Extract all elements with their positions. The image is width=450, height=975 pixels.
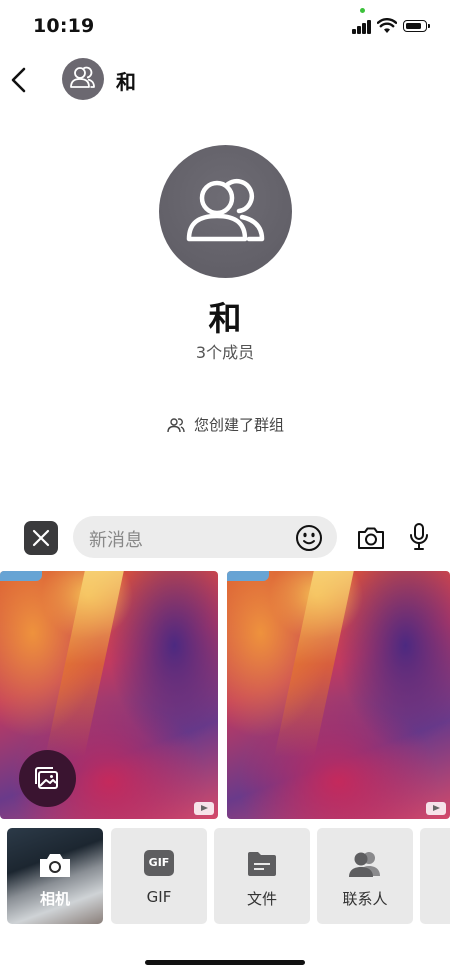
wifi-icon xyxy=(377,18,397,33)
tray-file-button[interactable]: 文件 xyxy=(214,828,310,924)
camera-icon xyxy=(40,854,70,877)
privacy-indicator-dot xyxy=(360,8,365,13)
folder-icon xyxy=(248,852,276,876)
group-avatar[interactable] xyxy=(159,145,292,278)
system-event: 您创建了群组 xyxy=(0,414,450,437)
group-name: 和 xyxy=(208,299,242,338)
tray-more-item[interactable] xyxy=(420,828,450,924)
close-attachments-button[interactable] xyxy=(24,521,58,555)
group-icon xyxy=(186,178,265,242)
header-group-avatar[interactable] xyxy=(62,58,104,100)
video-icon xyxy=(194,802,214,815)
battery-icon xyxy=(403,20,430,32)
tray-label: GIF xyxy=(146,888,172,906)
people-icon xyxy=(167,417,185,432)
tray-label: 相机 xyxy=(39,890,70,908)
back-icon[interactable] xyxy=(8,62,32,98)
emoji-icon[interactable] xyxy=(295,524,323,552)
home-indicator xyxy=(145,960,305,965)
video-icon xyxy=(426,802,446,815)
group-icon xyxy=(70,66,95,88)
status-time: 10:19 xyxy=(33,15,95,37)
header-title[interactable]: 和 xyxy=(116,66,136,95)
chat-header: 和 xyxy=(0,56,450,104)
member-count[interactable]: 3个成员 xyxy=(0,339,450,363)
tray-contacts-button[interactable]: 联系人 xyxy=(317,828,413,924)
status-bar: 10:19 xyxy=(0,0,450,56)
gallery-thumbnail[interactable] xyxy=(227,571,450,819)
system-event-text: 您创建了群组 xyxy=(193,416,284,434)
cellular-signal-icon xyxy=(352,20,372,34)
close-icon xyxy=(32,529,50,547)
open-gallery-button[interactable] xyxy=(19,750,76,807)
tray-gif-button[interactable]: GIF GIF xyxy=(111,828,207,924)
tray-label: 联系人 xyxy=(342,890,388,908)
camera-icon[interactable] xyxy=(356,524,386,552)
tray-camera-button[interactable]: 相机 xyxy=(7,828,103,924)
contacts-icon xyxy=(349,852,380,877)
gif-icon: GIF xyxy=(144,850,174,876)
tray-label: 文件 xyxy=(246,890,277,908)
message-placeholder: 新消息 xyxy=(89,530,143,551)
photo-gallery-icon xyxy=(35,767,58,789)
microphone-icon[interactable] xyxy=(408,522,430,552)
